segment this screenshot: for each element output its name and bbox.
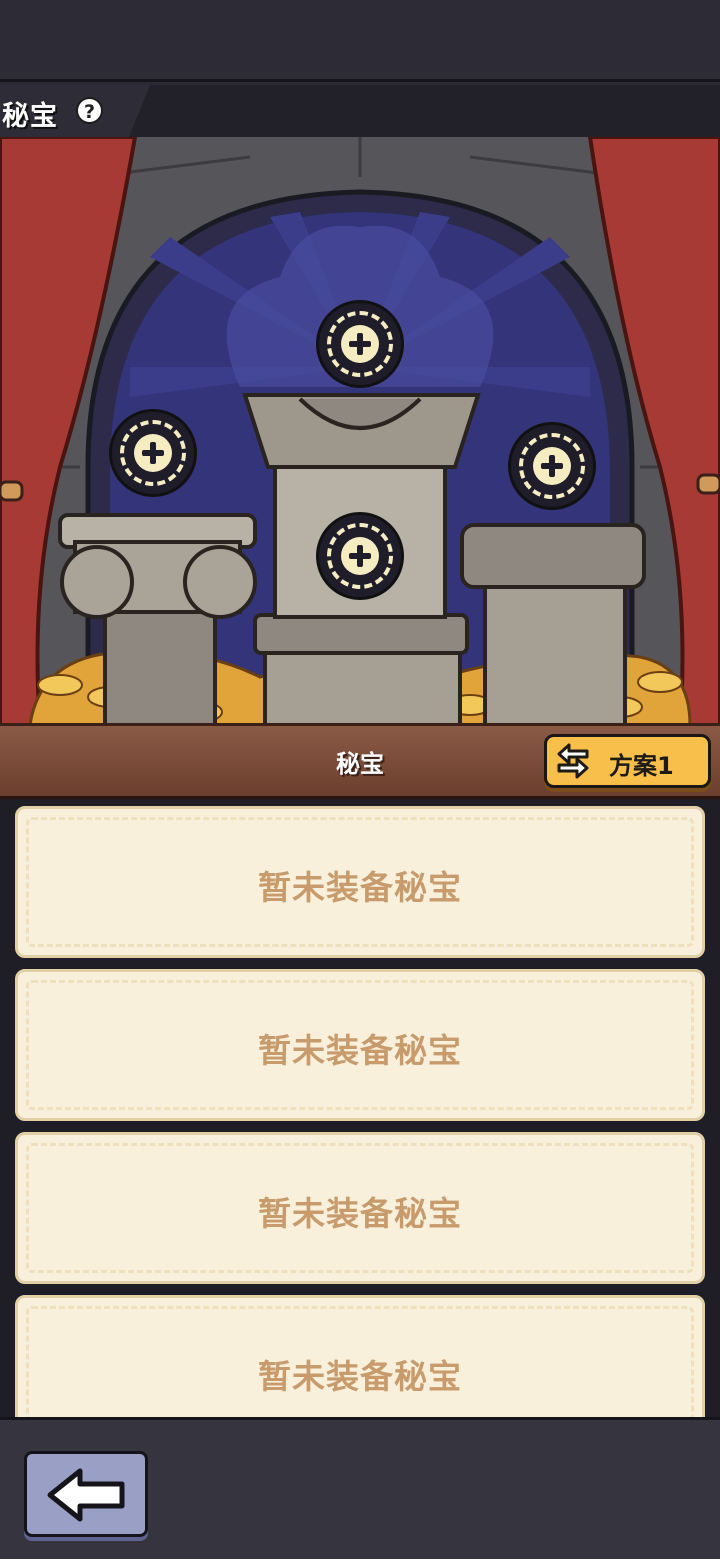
- arrow-left-icon: [47, 1468, 125, 1522]
- list-item[interactable]: 暂未装备秘宝: [15, 969, 705, 1121]
- right-curtain-tie: [696, 473, 720, 495]
- right-pedestal: [460, 523, 646, 725]
- treasure-display-scene: [0, 137, 720, 725]
- back-button[interactable]: [24, 1451, 148, 1537]
- page-title: 秘宝: [2, 101, 58, 132]
- treasure-slot-top[interactable]: [316, 300, 404, 388]
- list-item[interactable]: 暂未装备秘宝: [15, 1295, 705, 1417]
- swap-arrows-icon: [557, 743, 589, 779]
- empty-slot-text: 暂未装备秘宝: [258, 1194, 462, 1233]
- plus-icon: [533, 447, 571, 485]
- treasure-list[interactable]: 暂未装备秘宝 暂未装备秘宝 暂未装备秘宝 暂未装备秘宝: [0, 799, 720, 1417]
- scheme-switch-button[interactable]: 方案1: [544, 734, 711, 788]
- scene-illustration: [0, 137, 720, 725]
- question-icon[interactable]: ?: [76, 97, 103, 124]
- empty-slot-text: 暂未装备秘宝: [258, 1357, 462, 1396]
- list-item[interactable]: 暂未装备秘宝: [15, 1132, 705, 1284]
- left-curtain-tie: [0, 480, 24, 502]
- plus-icon: [341, 537, 379, 575]
- list-item[interactable]: 暂未装备秘宝: [15, 806, 705, 958]
- empty-slot-text: 暂未装备秘宝: [258, 1031, 462, 1070]
- plus-icon: [341, 325, 379, 363]
- scheme-label: 方案1: [609, 752, 674, 780]
- plus-icon: [134, 434, 172, 472]
- treasure-slot-right[interactable]: [508, 422, 596, 510]
- treasure-slot-left[interactable]: [109, 409, 197, 497]
- status-bar-area: [0, 0, 720, 82]
- treasure-slot-center[interactable]: [316, 512, 404, 600]
- empty-slot-text: 暂未装备秘宝: [258, 868, 462, 907]
